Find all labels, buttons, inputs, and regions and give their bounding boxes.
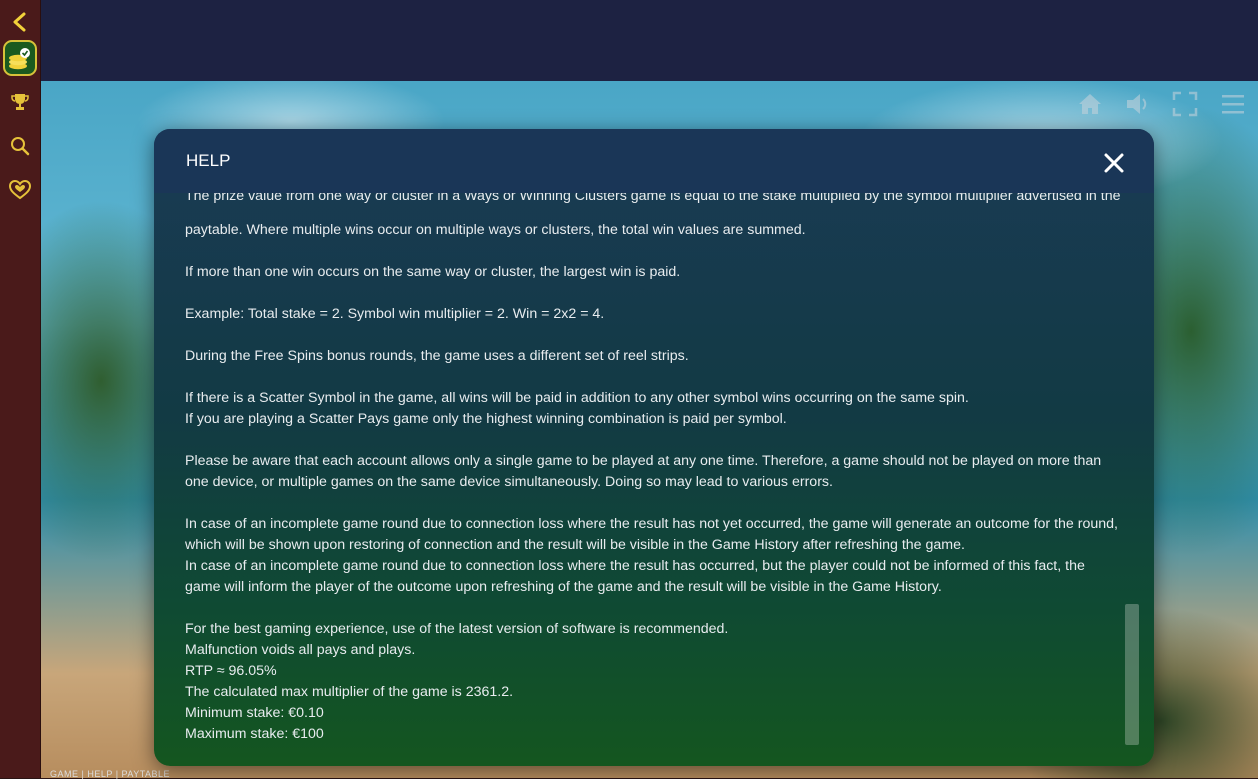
help-line: Malfunction voids all pays and plays.: [185, 642, 416, 658]
trophy-icon: [11, 94, 29, 110]
help-line: game will inform the player of the outco…: [185, 579, 942, 595]
help-paragraph-3: Example: Total stake = 2. Symbol win mul…: [185, 304, 604, 325]
help-paragraph-1: paytable. Where multiple wins occur on m…: [185, 220, 806, 241]
speaker-icon[interactable]: [1124, 90, 1152, 118]
max-multiplier-line: The calculated max multiplier of the gam…: [185, 684, 514, 700]
modal-title: HELP: [186, 151, 231, 170]
top-bar: [41, 0, 1258, 81]
help-paragraph-5: If there is a Scatter Symbol in the game…: [185, 388, 969, 430]
help-paragraph-6: Please be aware that each account allows…: [185, 451, 1101, 493]
help-content[interactable]: The prize value from one way or cluster …: [185, 193, 1125, 753]
casino-button[interactable]: [0, 38, 40, 78]
help-line: During the Free Spins bonus rounds, the …: [185, 348, 689, 364]
close-icon[interactable]: [1102, 151, 1126, 175]
max-stake-line: Maximum stake: €100: [185, 726, 324, 742]
heart-icon: [9, 180, 31, 200]
modal-header: HELP: [154, 129, 1154, 193]
search-icon: [11, 137, 30, 156]
help-line: If you are playing a Scatter Pays game o…: [185, 411, 787, 427]
chevron-left-icon: [13, 12, 26, 32]
search-button[interactable]: [0, 126, 40, 166]
help-modal: HELP The prize value from one way or clu…: [154, 129, 1154, 766]
coin-stack-icon: [3, 40, 37, 76]
help-paragraph-8: For the best gaming experience, use of t…: [185, 619, 728, 745]
help-paragraph-7: In case of an incomplete game round due …: [185, 514, 1118, 598]
min-stake-line: Minimum stake: €0.10: [185, 705, 324, 721]
sidebar: [0, 0, 41, 778]
fullscreen-icon[interactable]: [1171, 90, 1199, 118]
favorites-button[interactable]: [0, 170, 40, 210]
help-line: If more than one win occurs on the same …: [185, 264, 681, 280]
help-line: If there is a Scatter Symbol in the game…: [185, 390, 969, 406]
help-line: one device, or multiple games on the sam…: [185, 474, 833, 490]
help-line: In case of an incomplete game round due …: [185, 558, 1085, 574]
home-icon[interactable]: [1076, 90, 1104, 118]
help-line: Example: Total stake = 2. Symbol win mul…: [185, 306, 605, 322]
help-line: paytable. Where multiple wins occur on m…: [185, 222, 806, 238]
help-line-cut: The prize value from one way or cluster …: [185, 193, 1121, 204]
menu-icon[interactable]: [1219, 90, 1247, 118]
help-paragraph-4: During the Free Spins bonus rounds, the …: [185, 346, 689, 367]
back-button[interactable]: [0, 2, 40, 42]
help-line: In case of an incomplete game round due …: [185, 516, 1118, 532]
help-line: which will be shown upon restoring of co…: [185, 537, 965, 553]
help-line: Please be aware that each account allows…: [185, 453, 1102, 469]
scrollbar-thumb[interactable]: [1125, 604, 1139, 745]
tournaments-button[interactable]: [0, 82, 40, 122]
help-line: For the best gaming experience, use of t…: [185, 621, 729, 637]
rtp-line: RTP ≈ 96.05%: [185, 663, 277, 679]
help-paragraph-2: If more than one win occurs on the same …: [185, 262, 680, 283]
